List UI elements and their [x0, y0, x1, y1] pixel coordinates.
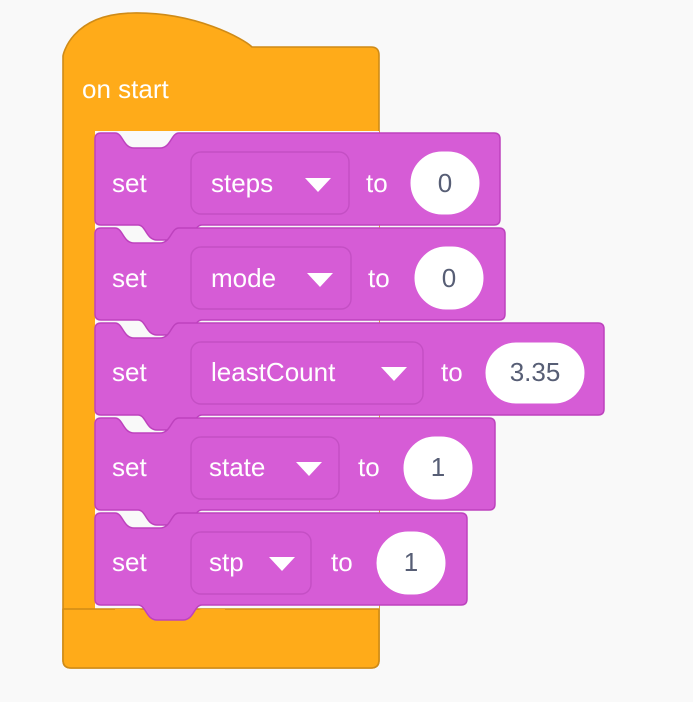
- set-stp-value-text: 1: [404, 547, 418, 577]
- set-state-variable-dropdown[interactable]: state: [190, 436, 340, 500]
- set-state-block[interactable]: set state to 1: [94, 417, 496, 526]
- set-mode-variable-dropdown[interactable]: mode: [190, 246, 352, 310]
- set-leastcount-value-text: 3.35: [510, 357, 561, 387]
- set-steps-variable-dropdown[interactable]: steps: [190, 151, 350, 215]
- set-state-set-label: set: [112, 452, 147, 482]
- set-leastcount-set-label: set: [112, 357, 147, 387]
- set-stp-variable-label: stp: [209, 547, 244, 577]
- set-leastcount-variable-label: leastCount: [211, 357, 336, 387]
- set-stp-value-field[interactable]: 1: [376, 531, 446, 595]
- set-mode-block[interactable]: set mode to 0: [94, 227, 506, 336]
- set-mode-value-field[interactable]: 0: [414, 246, 484, 310]
- set-leastcount-variable-dropdown[interactable]: leastCount: [190, 341, 424, 405]
- set-stp-set-label: set: [112, 547, 147, 577]
- on-start-label: on start: [82, 74, 169, 104]
- set-steps-set-label: set: [112, 168, 147, 198]
- set-steps-value-field[interactable]: 0: [410, 151, 480, 215]
- set-leastcount-block[interactable]: set leastCount to 3.35: [94, 322, 605, 431]
- on-start-bottom-bar: [62, 608, 380, 669]
- set-steps-to-label: to: [366, 168, 388, 198]
- set-state-to-label: to: [358, 452, 380, 482]
- set-steps-block[interactable]: set steps to 0: [94, 132, 501, 241]
- set-state-value-field[interactable]: 1: [403, 436, 473, 500]
- set-mode-set-label: set: [112, 263, 147, 293]
- set-mode-to-label: to: [368, 263, 390, 293]
- set-steps-variable-label: steps: [211, 168, 273, 198]
- set-mode-value-text: 0: [442, 263, 456, 293]
- blocks-workspace[interactable]: on start set steps to 0 set mode to 0 se…: [0, 0, 693, 702]
- set-state-variable-label: state: [209, 452, 265, 482]
- set-stp-block[interactable]: set stp to 1: [94, 512, 468, 621]
- set-stp-to-label: to: [331, 547, 353, 577]
- set-steps-value-text: 0: [438, 168, 452, 198]
- set-stp-variable-dropdown[interactable]: stp: [190, 531, 312, 595]
- set-state-value-text: 1: [431, 452, 445, 482]
- set-leastcount-value-field[interactable]: 3.35: [485, 342, 585, 404]
- set-leastcount-to-label: to: [441, 357, 463, 387]
- set-mode-variable-label: mode: [211, 263, 276, 293]
